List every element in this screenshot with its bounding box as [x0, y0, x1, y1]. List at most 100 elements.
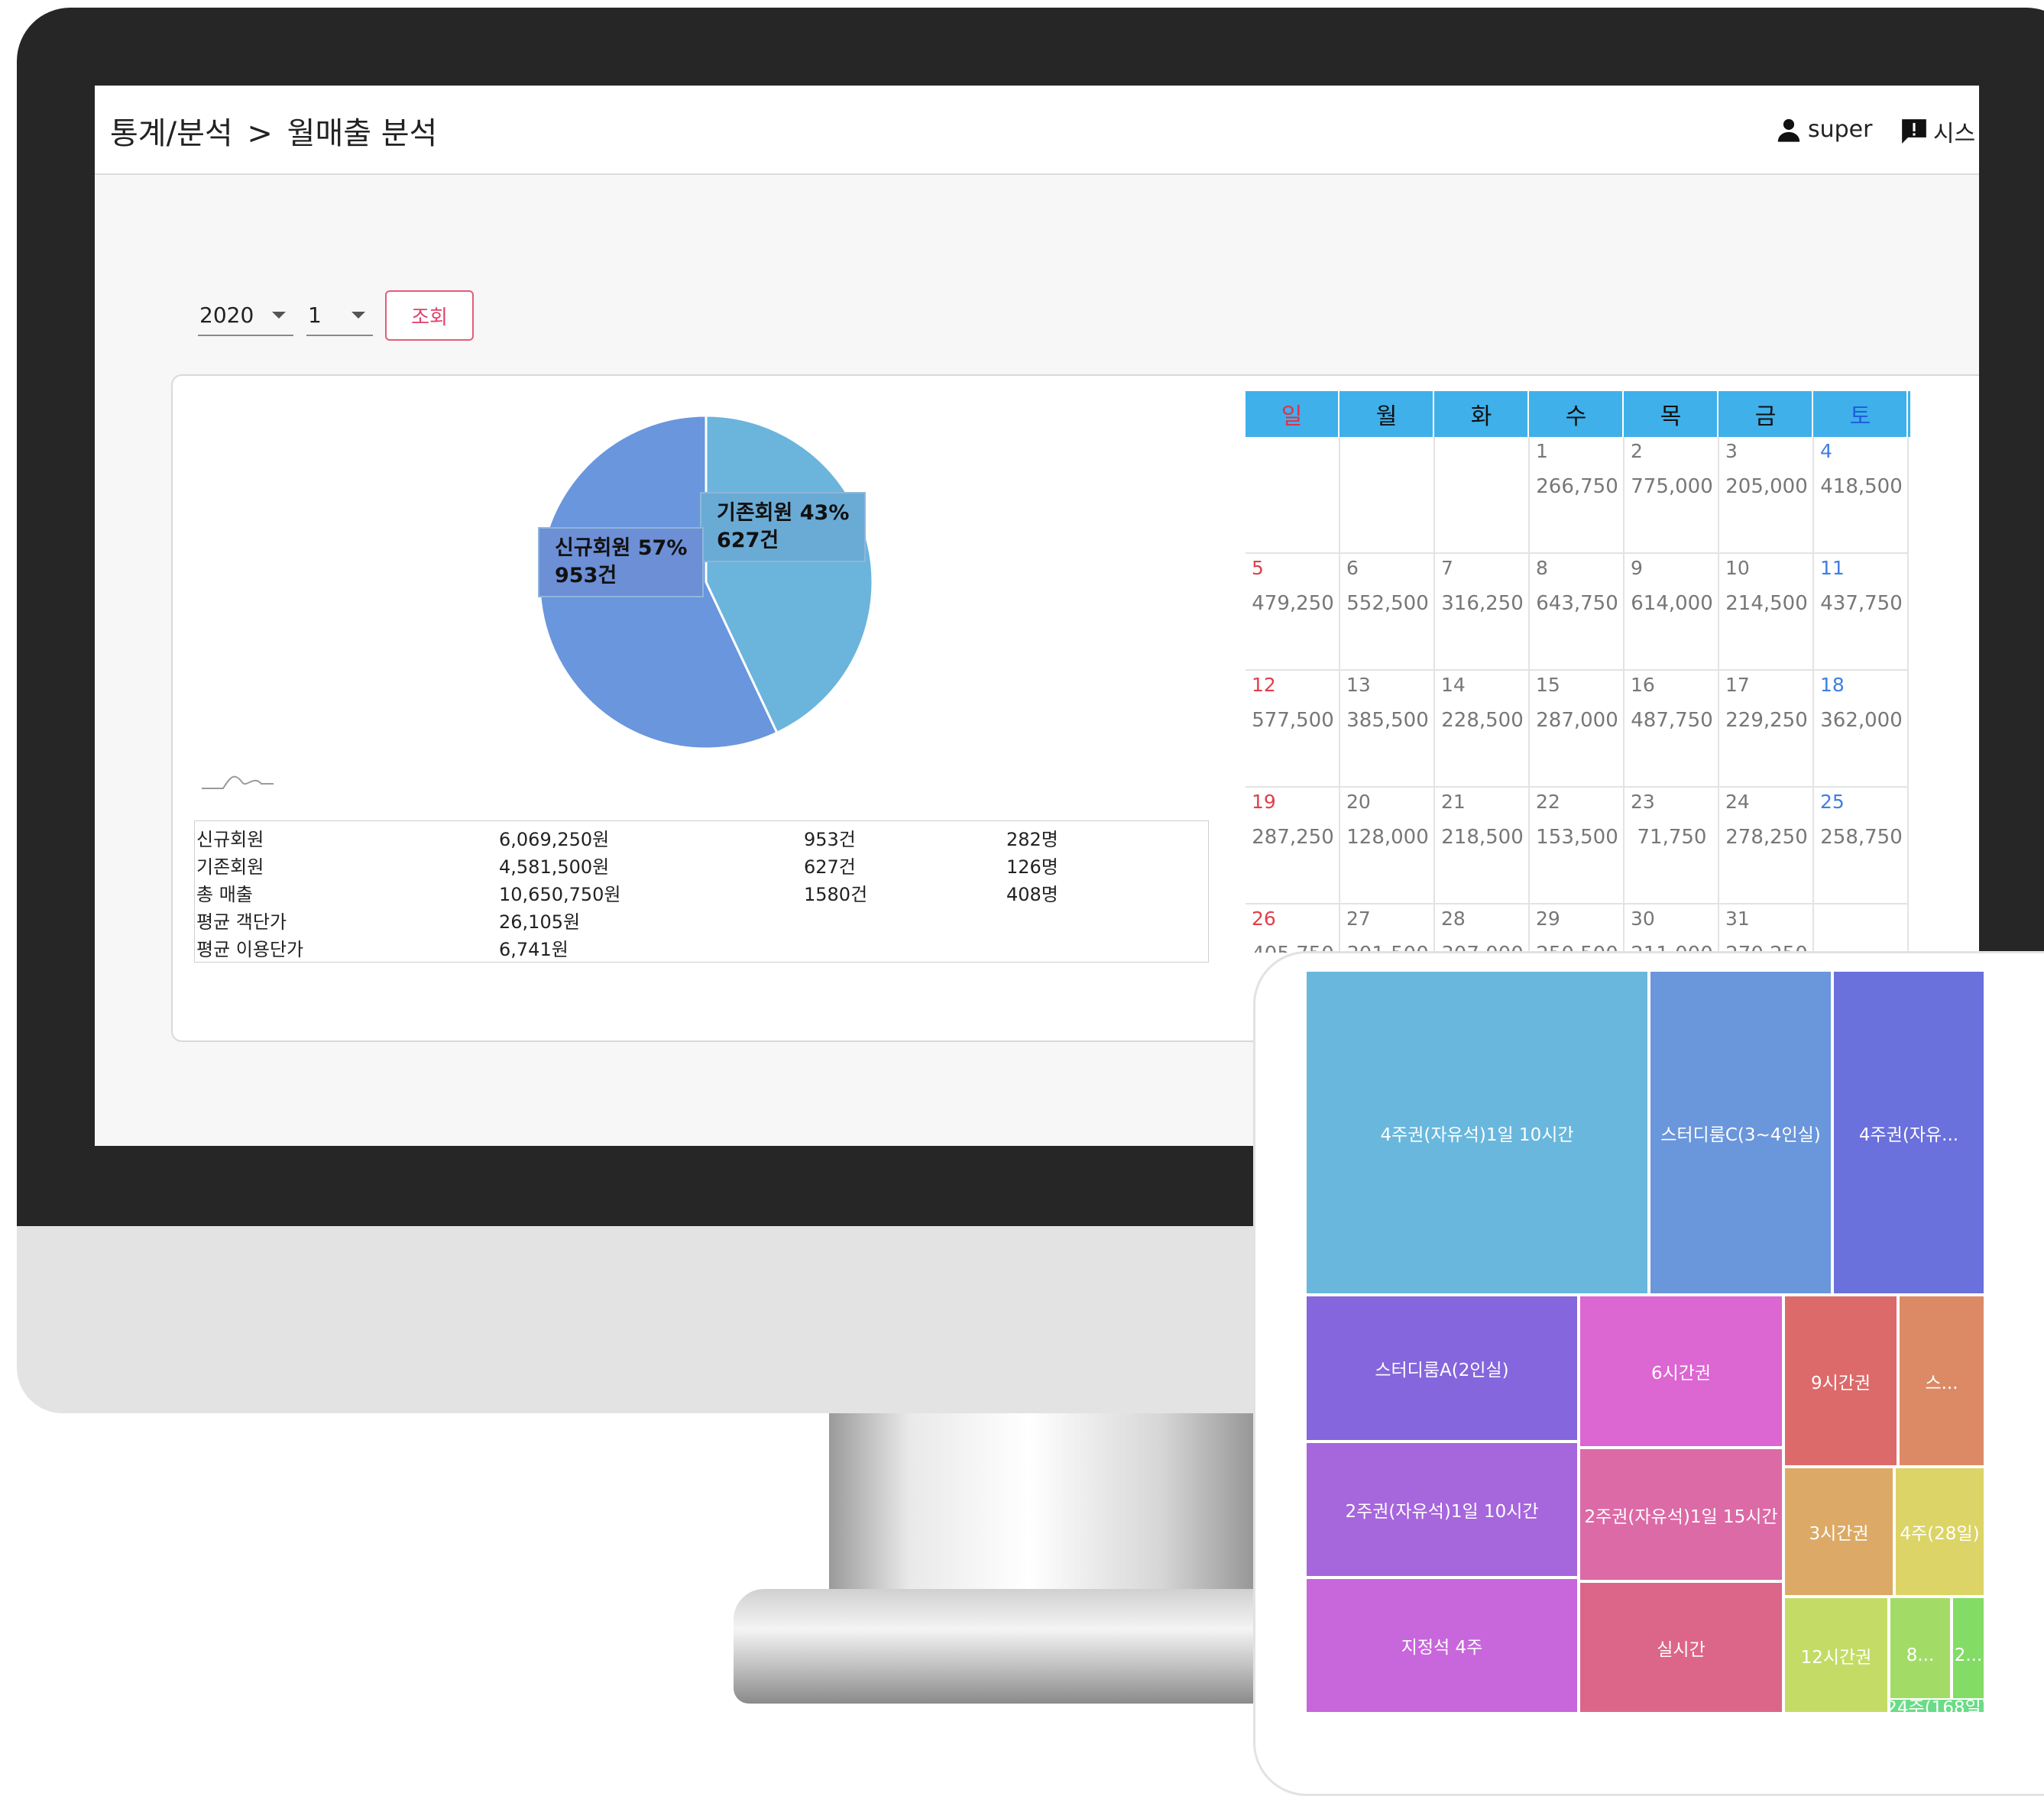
treemap-tile[interactable]: 8... [1889, 1597, 1952, 1713]
day-number: 24 [1725, 791, 1750, 813]
treemap-tile[interactable]: 9시간권 [1783, 1295, 1898, 1467]
day-amount: 479,250 [1252, 592, 1334, 615]
row-amount: 6,069,250원 [499, 829, 610, 850]
day-amount: 229,250 [1725, 709, 1808, 732]
calendar-day[interactable]: 3 205,000 [1719, 437, 1814, 554]
row-count: 953건 [804, 829, 856, 850]
calendar-day[interactable]: 7 316,250 [1435, 554, 1530, 671]
calendar-day[interactable]: 21 218,500 [1435, 788, 1530, 904]
day-number: 9 [1631, 557, 1643, 579]
treemap-tile[interactable]: 4주(28일) [1894, 1467, 1985, 1597]
calendar-day[interactable]: 22 153,500 [1530, 788, 1625, 904]
year-select[interactable]: 2020 [198, 293, 293, 336]
calendar-day[interactable]: 12 577,500 [1246, 671, 1340, 788]
calendar-day[interactable]: 16 487,750 [1625, 671, 1719, 788]
row-label: 평균 객단가 [196, 911, 287, 933]
calendar-day[interactable]: 6 552,500 [1340, 554, 1435, 671]
treemap-tile[interactable]: 4주권(자유석)1일 10시간 [1305, 970, 1649, 1295]
calendar-day[interactable]: 5 479,250 [1246, 554, 1340, 671]
calendar-day[interactable]: 1 266,750 [1530, 437, 1625, 554]
treemap-tile[interactable]: 2주권(자유석)1일 15시간 [1579, 1448, 1783, 1581]
chart-logo-icon [202, 775, 274, 789]
day-number: 20 [1346, 791, 1371, 813]
day-amount: 385,500 [1346, 709, 1429, 732]
calendar-day[interactable]: 15 287,000 [1530, 671, 1625, 788]
treemap-tile[interactable]: 3시간권 [1783, 1467, 1894, 1597]
calendar-day[interactable]: 14 228,500 [1435, 671, 1530, 788]
row-amount: 26,105원 [499, 911, 581, 933]
top-bar: 통계/분석 > 월매출 분석 super 시스 [95, 86, 1979, 175]
user-menu[interactable]: super [1776, 116, 1872, 143]
calendar-day[interactable]: 11 437,750 [1814, 554, 1909, 671]
treemap-tile[interactable]: 2주권(자유석)1일 10시간 [1305, 1442, 1579, 1578]
day-number: 25 [1820, 791, 1845, 813]
treemap-tile[interactable]: 스터디룸C(3~4인실) [1649, 970, 1832, 1295]
treemap-tile[interactable]: 4주권(자유... [1832, 970, 1985, 1295]
treemap-tile[interactable]: 24주(168일) [1889, 1698, 1985, 1713]
day-number: 6 [1346, 557, 1359, 579]
row-people: 126명 [1006, 856, 1058, 878]
treemap-tile[interactable]: 2... [1952, 1597, 1985, 1713]
day-amount: 71,750 [1637, 826, 1707, 849]
breadcrumb-separator: > [247, 116, 273, 151]
calendar-day[interactable]: 23 71,750 [1625, 788, 1719, 904]
search-button[interactable]: 조회 [385, 290, 474, 341]
calendar-day[interactable]: 2 775,000 [1625, 437, 1719, 554]
treemap-tile[interactable]: 스터디룸A(2인실) [1305, 1295, 1579, 1442]
year-value: 2020 [199, 303, 254, 328]
day-amount: 258,750 [1820, 826, 1903, 849]
day-amount: 128,000 [1346, 826, 1429, 849]
calendar-day[interactable]: 20 128,000 [1340, 788, 1435, 904]
day-amount: 205,000 [1725, 475, 1808, 498]
calendar-day[interactable]: 28307,000 [1435, 904, 1530, 953]
calendar-day[interactable]: 31270,250 [1719, 904, 1814, 953]
chevron-down-icon [272, 312, 286, 319]
treemap-tile[interactable]: 6시간권 [1579, 1295, 1783, 1448]
day-amount: 218,500 [1441, 826, 1524, 849]
calendar-day[interactable]: 13 385,500 [1340, 671, 1435, 788]
day-number: 21 [1441, 791, 1466, 813]
tooltip-new-line2: 953건 [555, 564, 617, 587]
row-label: 총 매출 [196, 884, 253, 905]
system-notice[interactable]: 시스 [1900, 115, 1975, 148]
treemap-tile[interactable]: 실시간 [1579, 1581, 1783, 1713]
calendar-day [1814, 904, 1909, 953]
day-amount: 287,000 [1536, 709, 1618, 732]
calendar-day[interactable]: 18 362,000 [1814, 671, 1909, 788]
treemap-tile[interactable]: 12시간권 [1783, 1597, 1889, 1713]
row-people: 408명 [1006, 884, 1058, 905]
calendar-day[interactable]: 29250,500 [1530, 904, 1625, 953]
calendar-day[interactable]: 9 614,000 [1625, 554, 1719, 671]
calendar-day[interactable]: 24 278,250 [1719, 788, 1814, 904]
table-row: 평균 이용단가 6,741원 [195, 931, 1208, 960]
month-select[interactable]: 1 [306, 293, 373, 336]
day-number: 27 [1346, 908, 1371, 930]
day-number: 15 [1536, 674, 1560, 696]
day-number: 12 [1252, 674, 1276, 696]
calendar-day[interactable]: 19 287,250 [1246, 788, 1340, 904]
calendar-day[interactable]: 8 643,750 [1530, 554, 1625, 671]
row-amount: 6,741원 [499, 939, 568, 960]
day-number: 2 [1631, 440, 1643, 462]
calendar-day[interactable]: 27301,500 [1340, 904, 1435, 953]
page-title: 월매출 분석 [287, 116, 438, 151]
calendar-day[interactable]: 26405,750 [1246, 904, 1340, 953]
breadcrumb-section[interactable]: 통계/분석 [110, 116, 233, 151]
calendar-day[interactable]: 17 229,250 [1719, 671, 1814, 788]
calendar-day[interactable]: 30211,000 [1625, 904, 1719, 953]
calendar-day[interactable]: 10 214,500 [1719, 554, 1814, 671]
table-row: 신규회원 6,069,250원 953건 282명 [195, 821, 1208, 850]
calendar-day[interactable]: 25 258,750 [1814, 788, 1909, 904]
day-number: 29 [1536, 908, 1560, 930]
treemap-tile[interactable]: 스... [1898, 1295, 1985, 1467]
weekday-3: 수 [1530, 391, 1624, 437]
calendar-day [1340, 437, 1435, 554]
calendar-day[interactable]: 4 418,500 [1814, 437, 1909, 554]
day-number: 16 [1631, 674, 1655, 696]
tablet-treemap-panel: 4주권(자유석)1일 10시간 스터디룸C(3~4인실) 4주권(자유... 스터디룸… [1253, 951, 2044, 1796]
day-number: 30 [1631, 908, 1655, 930]
tooltip-existing-line1: 기존회원 43% [717, 501, 850, 525]
day-amount: 266,750 [1536, 475, 1618, 498]
treemap-tile[interactable]: 지정석 4주 [1305, 1578, 1579, 1713]
breadcrumb: 통계/분석 > 월매출 분석 [110, 108, 442, 153]
